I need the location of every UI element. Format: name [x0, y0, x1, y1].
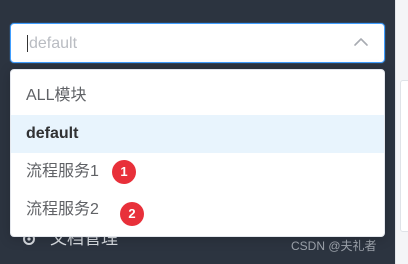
- content-card-edge: [400, 80, 408, 232]
- annotation-badge-2: 2: [120, 202, 144, 226]
- option-label: ALL模块: [26, 87, 87, 104]
- select-placeholder: default: [29, 35, 78, 52]
- chevron-up-icon[interactable]: [352, 33, 370, 51]
- option-process-service-1[interactable]: 流程服务1 1: [11, 153, 384, 191]
- option-default[interactable]: default: [11, 115, 384, 153]
- module-select[interactable]: default: [10, 23, 385, 63]
- select-dropdown: ALL模块 default 流程服务1 1 流程服务2 2: [10, 69, 385, 237]
- option-all-modules[interactable]: ALL模块: [11, 77, 384, 115]
- content-area-edge: [395, 0, 408, 264]
- option-label: 流程服务1: [26, 163, 99, 180]
- text-cursor: [27, 35, 28, 52]
- watermark: CSDN @夫礼者: [291, 239, 377, 253]
- option-process-service-2[interactable]: 流程服务2 2: [11, 191, 384, 229]
- annotation-badge-1: 1: [112, 160, 136, 184]
- option-label: default: [26, 125, 79, 142]
- option-label: 流程服务2: [26, 201, 99, 218]
